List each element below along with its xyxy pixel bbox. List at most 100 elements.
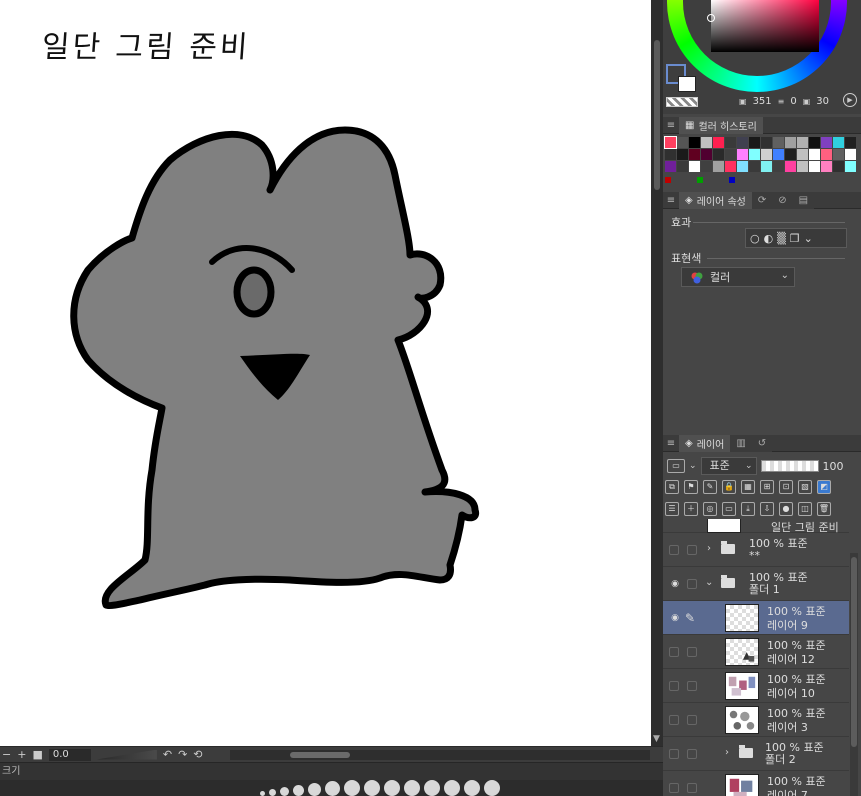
layer-row-layer-9[interactable]: ◉ ✎ 100 % 표준 레이어 9 xyxy=(663,601,849,635)
color-history-swatch[interactable] xyxy=(761,161,772,172)
color-history-swatch[interactable] xyxy=(761,137,772,148)
new-raster-layer-icon[interactable]: ＋ xyxy=(684,502,698,516)
trash-icon[interactable]: 🗑 xyxy=(817,502,831,516)
brush-size-dot[interactable] xyxy=(384,780,400,796)
lock-toggle[interactable] xyxy=(687,749,697,759)
color-history-swatch[interactable] xyxy=(797,149,808,160)
color-history-swatch[interactable] xyxy=(809,161,820,172)
layer-row-layer-3[interactable]: 100 % 표준 레이어 3 xyxy=(663,703,849,737)
sv-cursor-handle[interactable] xyxy=(707,14,715,22)
color-history-swatch[interactable] xyxy=(785,149,796,160)
color-history-swatch[interactable] xyxy=(821,161,832,172)
tab-animation[interactable]: ▥ xyxy=(730,434,752,452)
eye-icon[interactable]: ◉ xyxy=(669,579,681,589)
layer-row-partial[interactable]: 일단 그림 준비 xyxy=(663,519,849,534)
color-history-swatch[interactable] xyxy=(677,137,688,148)
layer-mask-select-icon[interactable]: ▭ xyxy=(667,459,685,473)
tab-navigator[interactable]: ⊘ xyxy=(772,191,793,209)
color-history-swatch[interactable] xyxy=(833,149,844,160)
tab-layer-property[interactable]: ◈ 레이어 속성 xyxy=(679,191,752,209)
hamburger-menu-icon[interactable]: ≡ xyxy=(663,195,679,206)
brush-size-dot[interactable] xyxy=(484,780,500,796)
color-history-swatch[interactable] xyxy=(773,149,784,160)
blend-mode-select[interactable]: 표준 ⌄ xyxy=(700,457,757,475)
color-history-swatch[interactable] xyxy=(797,161,808,172)
lock-transparency-icon[interactable]: ▦ xyxy=(741,480,755,494)
zoom-in-icon[interactable]: + xyxy=(17,748,26,761)
layer-row-layer-10[interactable]: 100 % 표준 레이어 10 xyxy=(663,669,849,703)
layer-list-icon[interactable]: ☰ xyxy=(665,502,679,516)
color-history-swatch[interactable] xyxy=(773,161,784,172)
layer-color-effect-icon[interactable]: ❐ xyxy=(790,232,800,245)
color-history-swatch[interactable] xyxy=(689,149,700,160)
merge-down-icon[interactable]: ⇩ xyxy=(760,502,774,516)
canvas-hscroll-thumb[interactable] xyxy=(290,752,350,758)
brush-size-panel-tab[interactable]: 크기 xyxy=(0,762,663,780)
color-history-swatch[interactable] xyxy=(821,149,832,160)
canvas-vertical-scrollbar[interactable]: ▼ xyxy=(651,0,663,746)
visibility-off-toggle[interactable] xyxy=(669,783,679,793)
brush-size-dot[interactable] xyxy=(464,780,480,796)
opacity-value[interactable]: 100 xyxy=(823,460,844,473)
color-history-swatch[interactable] xyxy=(821,137,832,148)
chevron-right-icon[interactable]: › xyxy=(725,747,729,758)
visibility-off-toggle[interactable] xyxy=(669,545,679,555)
color-history-swatch[interactable] xyxy=(749,137,760,148)
color-history-swatch[interactable] xyxy=(713,149,724,160)
drawing-canvas[interactable]: 일단 그림 준비 xyxy=(0,0,651,746)
delete-mask-icon[interactable]: ◫ xyxy=(798,502,812,516)
color-history-swatch[interactable] xyxy=(845,149,856,160)
chevron-right-icon[interactable]: › xyxy=(707,543,711,554)
brush-size-dot[interactable] xyxy=(293,785,304,796)
lock-toggle[interactable] xyxy=(687,579,697,589)
layer-row-folder-2[interactable]: › 100 % 표준 폴더 2 xyxy=(663,737,849,771)
layer-row-folder-1[interactable]: ◉ ⌄ 100 % 표준 폴더 1 xyxy=(663,567,849,601)
hamburger-menu-icon[interactable]: ≡ xyxy=(663,438,679,449)
lock-toggle[interactable] xyxy=(687,647,697,657)
brush-size-dot[interactable] xyxy=(364,780,380,796)
color-history-swatch[interactable] xyxy=(713,137,724,148)
color-history-swatch[interactable] xyxy=(701,149,712,160)
clip-layer-icon[interactable]: ⧉ xyxy=(665,480,679,494)
color-swap-icon[interactable]: ◩ xyxy=(817,480,831,494)
visibility-off-toggle[interactable] xyxy=(669,715,679,725)
color-history-swatch[interactable] xyxy=(737,149,748,160)
color-history-swatch[interactable] xyxy=(677,161,688,172)
sub-color-swatch[interactable] xyxy=(678,76,696,92)
color-history-swatch[interactable] xyxy=(797,137,808,148)
border-effect-icon[interactable]: ○ xyxy=(750,232,760,245)
lock-icon[interactable]: 🔒 xyxy=(722,480,736,494)
saturation-value-square[interactable] xyxy=(711,0,819,52)
brush-size-dot[interactable] xyxy=(404,780,420,796)
transfer-down-icon[interactable]: ⤓ xyxy=(741,502,755,516)
layer-row-layer-12[interactable]: 100 % 표준 레이어 12 xyxy=(663,635,849,669)
color-history-swatch[interactable] xyxy=(785,161,796,172)
color-history-swatch[interactable] xyxy=(845,161,856,172)
fit-icon[interactable]: ■ xyxy=(32,748,42,761)
tone-effect-icon[interactable]: ◐ xyxy=(764,232,774,245)
color-history-swatch[interactable] xyxy=(785,137,796,148)
zoom-out-icon[interactable]: − xyxy=(2,748,11,761)
tab-color-history[interactable]: ▦ 컬러 히스토리 xyxy=(679,116,763,134)
color-history-swatch[interactable] xyxy=(833,161,844,172)
opacity-slider[interactable] xyxy=(760,460,819,472)
color-history-swatch[interactable] xyxy=(689,137,700,148)
chevron-down-icon[interactable]: ⌄ xyxy=(804,232,813,245)
color-history-swatch[interactable] xyxy=(749,149,760,160)
play-icon[interactable]: ▶ xyxy=(843,93,857,107)
chevron-down-icon[interactable]: ⌄ xyxy=(689,461,697,471)
color-history-swatch[interactable] xyxy=(749,161,760,172)
color-history-swatch[interactable] xyxy=(664,136,677,149)
rotate-right-icon[interactable]: ↷ xyxy=(178,748,187,761)
rotation-slider[interactable] xyxy=(96,749,157,760)
brush-size-dot[interactable] xyxy=(444,780,460,796)
visibility-off-toggle[interactable] xyxy=(669,749,679,759)
eye-icon[interactable]: ◉ xyxy=(669,613,681,623)
lock-toggle[interactable] xyxy=(687,783,697,793)
brush-size-dot[interactable] xyxy=(344,780,360,796)
layer-row-layer-7[interactable]: 100 % 표준 레이어 7 xyxy=(663,771,849,796)
new-vector-layer-icon[interactable]: ◎ xyxy=(703,502,717,516)
visibility-off-toggle[interactable] xyxy=(669,647,679,657)
scroll-down-icon[interactable]: ▼ xyxy=(653,734,660,744)
hamburger-menu-icon[interactable]: ≡ xyxy=(663,120,679,131)
